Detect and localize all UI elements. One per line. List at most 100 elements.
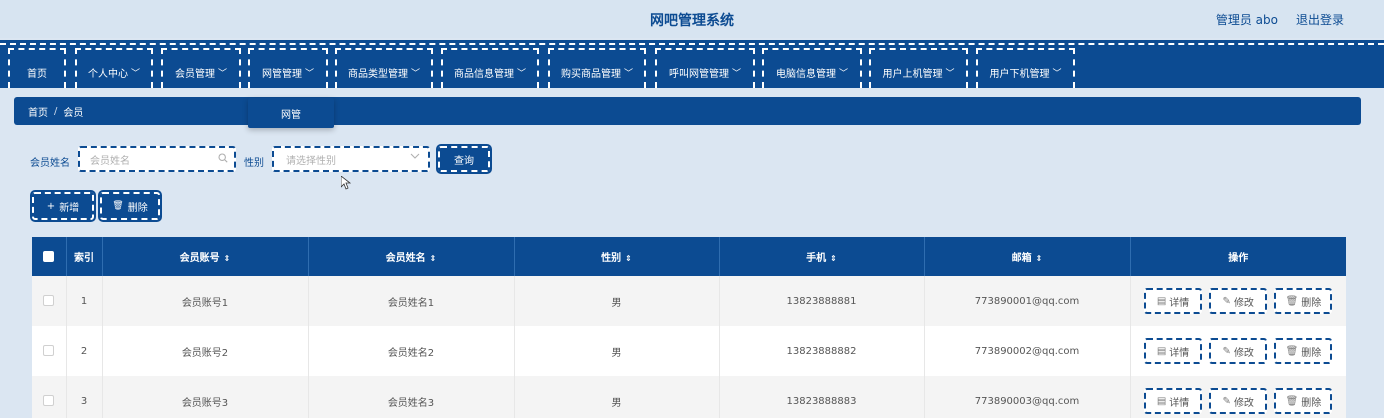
delete-button[interactable]: 🗑 删除 xyxy=(1274,338,1333,364)
column-header-account[interactable]: 会员账号 ⇕ xyxy=(102,237,309,276)
detail-button[interactable]: ▤ 详情 xyxy=(1144,388,1203,414)
breadcrumb-separator: / xyxy=(54,105,58,117)
batch-delete-button[interactable]: 🗑 删除 xyxy=(98,190,162,222)
row-select-cell xyxy=(32,326,67,376)
chevron-down-icon: ﹀ xyxy=(217,68,227,79)
table-row: 3 会员账号3 会员姓名3 男 13823888883 773890003@qq… xyxy=(32,376,1346,418)
chevron-down-icon xyxy=(410,152,420,163)
sort-icon: ⇕ xyxy=(625,254,632,263)
cell-email: 773890003@qq.com xyxy=(924,376,1131,418)
detail-button[interactable]: ▤ 详情 xyxy=(1144,288,1203,314)
cell-index: 2 xyxy=(66,326,103,376)
sort-icon: ⇕ xyxy=(1035,254,1043,263)
cell-name: 会员姓名2 xyxy=(308,326,515,376)
row-select-cell xyxy=(32,376,67,418)
cell-phone: 13823888883 xyxy=(719,376,925,418)
cell-account: 会员账号3 xyxy=(102,376,309,418)
edit-button[interactable]: ✎ 修改 xyxy=(1209,338,1268,364)
trash-icon: 🗑 xyxy=(112,201,124,211)
app-title: 网吧管理系统 xyxy=(650,13,734,29)
member-name-label: 会员姓名 xyxy=(30,158,70,169)
row-checkbox[interactable] xyxy=(43,395,55,407)
cell-account: 会员账号1 xyxy=(102,276,309,326)
nav-item-computer-info-management[interactable]: 电脑信息管理 ﹀ xyxy=(762,48,862,88)
plus-icon: + xyxy=(46,200,56,212)
nav-item-personal-center[interactable]: 个人中心 ﹀ xyxy=(75,48,153,88)
cell-ops: ▤ 详情 ✎ 修改 🗑 删除 xyxy=(1130,326,1346,376)
detail-button[interactable]: ▤ 详情 xyxy=(1144,338,1203,364)
nav-item-product-type-management[interactable]: 商品类型管理 ﹀ xyxy=(335,48,433,88)
document-icon: ▤ xyxy=(1156,345,1167,357)
document-icon: ▤ xyxy=(1156,395,1167,407)
pencil-icon: ✎ xyxy=(1222,295,1231,307)
nav-item-product-info-management[interactable]: 商品信息管理 ﹀ xyxy=(441,48,539,88)
column-header-gender[interactable]: 性别 ⇕ xyxy=(514,237,720,276)
cell-gender: 男 xyxy=(514,376,720,418)
add-button[interactable]: + 新增 xyxy=(30,190,96,222)
nav-item-admin-management[interactable]: 网管管理 ﹀ xyxy=(248,48,328,88)
edit-button[interactable]: ✎ 修改 xyxy=(1209,288,1268,314)
gender-label: 性别 xyxy=(244,158,264,169)
delete-button[interactable]: 🗑 删除 xyxy=(1274,388,1333,414)
row-checkbox[interactable] xyxy=(43,295,55,307)
nav-item-member-management[interactable]: 会员管理 ﹀ xyxy=(161,48,241,88)
edit-button[interactable]: ✎ 修改 xyxy=(1209,388,1268,414)
query-button[interactable]: 查询 xyxy=(436,144,492,174)
chevron-down-icon: ﹀ xyxy=(945,68,955,79)
table-row: 2 会员账号2 会员姓名2 男 13823888882 773890002@qq… xyxy=(32,326,1346,376)
breadcrumb-home[interactable]: 首页 xyxy=(28,104,48,119)
trash-icon: 🗑 xyxy=(1285,395,1299,407)
cell-email: 773890001@qq.com xyxy=(924,276,1131,326)
nav-item-logout-management[interactable]: 用户下机管理 ﹀ xyxy=(976,48,1075,88)
pencil-icon: ✎ xyxy=(1222,395,1231,407)
nav-item-purchase-management[interactable]: 购买商品管理 ﹀ xyxy=(548,48,646,88)
chevron-down-icon: ﹀ xyxy=(731,68,741,79)
column-header-phone[interactable]: 手机 ⇕ xyxy=(719,237,925,276)
breadcrumb: 首页 / 会员 xyxy=(14,97,1361,125)
gender-select[interactable]: 请选择性别 xyxy=(272,146,430,172)
member-table: 索引 会员账号 ⇕ 会员姓名 ⇕ 性别 ⇕ 手机 ⇕ 邮箱 ⇕ 操作 1 会员账号1 会员… xyxy=(32,237,1346,418)
nav-item-login-management[interactable]: 用户上机管理 ﹀ xyxy=(869,48,968,88)
cell-ops: ▤ 详情 ✎ 修改 🗑 删除 xyxy=(1130,376,1346,418)
nav-item-home[interactable]: 首页 xyxy=(8,48,66,88)
trash-icon: 🗑 xyxy=(1285,345,1299,357)
nav-item-call-admin-management[interactable]: 呼叫网管管理 ﹀ xyxy=(655,48,755,88)
breadcrumb-current: 会员 xyxy=(63,107,84,119)
column-header-ops: 操作 xyxy=(1130,237,1346,276)
cell-phone: 13823888881 xyxy=(719,276,925,326)
trash-icon: 🗑 xyxy=(1285,295,1299,307)
chevron-down-icon: ﹀ xyxy=(304,68,314,79)
cell-gender: 男 xyxy=(514,326,720,376)
row-select-cell xyxy=(32,276,67,326)
member-name-input[interactable]: 会员姓名 xyxy=(78,146,236,172)
cell-name: 会员姓名3 xyxy=(308,376,515,418)
table-row: 1 会员账号1 会员姓名1 男 13823888881 773890001@qq… xyxy=(32,276,1346,326)
select-all-cell xyxy=(32,237,67,276)
delete-button[interactable]: 🗑 删除 xyxy=(1274,288,1333,314)
chevron-down-icon: ﹀ xyxy=(623,68,633,79)
search-icon xyxy=(218,153,228,166)
cell-index: 3 xyxy=(66,376,103,418)
column-header-email[interactable]: 邮箱 ⇕ xyxy=(924,237,1131,276)
cell-name: 会员姓名1 xyxy=(308,276,515,326)
cell-phone: 13823888882 xyxy=(719,326,925,376)
chevron-down-icon: ﹀ xyxy=(410,68,420,79)
main-nav: 首页 个人中心 ﹀ 会员管理 ﹀ 网管管理 ﹀ 商品类型管理 ﹀ 商品信息管理 ﹀ 购买商… xyxy=(0,40,1384,88)
column-header-name[interactable]: 会员姓名 ⇕ xyxy=(308,237,515,276)
column-header-index: 索引 xyxy=(66,237,103,276)
dropdown-item-admin[interactable]: 网管 xyxy=(248,98,334,128)
mouse-cursor-icon xyxy=(341,176,351,190)
cell-index: 1 xyxy=(66,276,103,326)
cell-account: 会员账号2 xyxy=(102,326,309,376)
chevron-down-icon: ﹀ xyxy=(1052,68,1062,79)
chevron-down-icon: ﹀ xyxy=(838,68,848,79)
select-all-checkbox[interactable] xyxy=(43,250,55,262)
row-checkbox[interactable] xyxy=(43,345,55,357)
sort-icon: ⇕ xyxy=(223,254,231,263)
table-header-row: 索引 会员账号 ⇕ 会员姓名 ⇕ 性别 ⇕ 手机 ⇕ 邮箱 ⇕ 操作 xyxy=(32,237,1346,276)
sort-icon: ⇕ xyxy=(830,254,837,263)
logout-link[interactable]: 退出登录 xyxy=(1296,11,1344,28)
cell-ops: ▤ 详情 ✎ 修改 🗑 删除 xyxy=(1130,276,1346,326)
pencil-icon: ✎ xyxy=(1222,345,1231,357)
sort-icon: ⇕ xyxy=(429,254,437,263)
